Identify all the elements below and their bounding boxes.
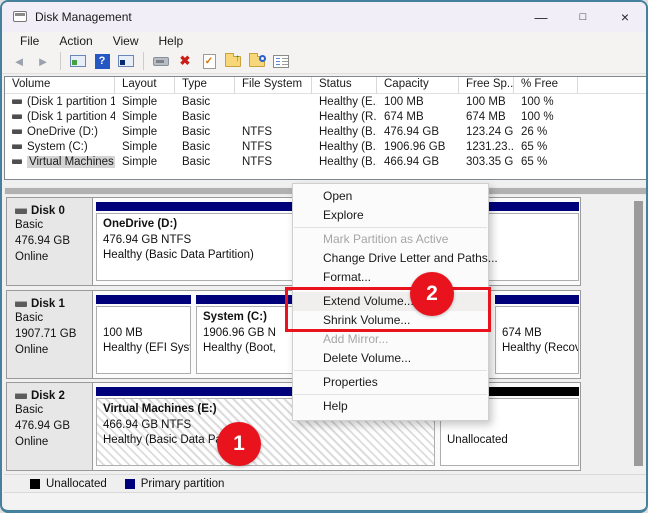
help-icon[interactable]: ?: [91, 51, 113, 71]
disk-icon: [15, 393, 27, 399]
column-header-free-space[interactable]: Free Sp...: [459, 77, 514, 94]
partition-efi[interactable]: 100 MB Healthy (EFI Syste: [96, 295, 191, 374]
title-bar: Disk Management — □ ×: [2, 2, 646, 32]
disk-icon: [15, 208, 27, 214]
menu-item-properties[interactable]: Properties: [293, 373, 488, 392]
annotation-highlight-box: [285, 287, 491, 332]
disk-icon: [15, 301, 27, 307]
menu-item-format[interactable]: Format...: [293, 268, 488, 287]
menu-separator: [294, 227, 487, 228]
table-row[interactable]: OneDrive (D:) Simple Basic NTFS Healthy …: [5, 124, 646, 139]
table-header: Volume Layout Type File System Status Ca…: [5, 77, 646, 94]
toolbar: ◄ ► ? ✖ ✓ ↑: [2, 49, 646, 74]
delete-volume-icon[interactable]: ✖: [174, 51, 196, 71]
menu-item-change-drive-letter[interactable]: Change Drive Letter and Paths...: [293, 249, 498, 268]
table-row[interactable]: (Disk 1 partition 4) Simple Basic Health…: [5, 109, 646, 124]
menu-bar: File Action View Help: [2, 32, 646, 49]
column-header-file-system[interactable]: File System: [235, 77, 312, 94]
menu-file[interactable]: File: [10, 34, 49, 48]
primary-partition-legend-label: Primary partition: [140, 477, 225, 490]
close-button[interactable]: ×: [604, 2, 646, 32]
annotation-step-2-badge: 2: [410, 272, 454, 316]
column-header-filler: [578, 77, 646, 94]
folder-up-icon[interactable]: ↑: [222, 51, 244, 71]
menu-item-delete-volume[interactable]: Delete Volume...: [293, 349, 488, 368]
maximize-icon: □: [579, 11, 587, 23]
column-header-pct-free[interactable]: % Free: [514, 77, 578, 94]
toolbar-separator: [143, 52, 144, 70]
column-header-capacity[interactable]: Capacity: [377, 77, 459, 94]
maximize-button[interactable]: □: [562, 2, 604, 32]
volume-icon: [12, 158, 22, 164]
window-title: Disk Management: [35, 10, 132, 24]
disk-0-info[interactable]: Disk 0 Basic 476.94 GB Online: [7, 198, 93, 285]
minimize-icon: —: [534, 9, 548, 25]
table-row[interactable]: (Disk 1 partition 1) Simple Basic Health…: [5, 94, 646, 109]
vertical-scrollbar[interactable]: [632, 197, 645, 470]
column-header-layout[interactable]: Layout: [115, 77, 175, 94]
unallocated-legend-swatch: [30, 478, 40, 489]
disk-1-info[interactable]: Disk 1 Basic 1907.71 GB Online: [7, 291, 93, 378]
menu-action[interactable]: Action: [49, 34, 102, 48]
check-document-icon[interactable]: ✓: [198, 51, 220, 71]
legend-bar: Unallocated Primary partition: [4, 474, 646, 493]
vertical-scrollbar-thumb[interactable]: [634, 201, 643, 466]
volume-icon: [12, 98, 22, 104]
volume-icon: [12, 113, 22, 119]
close-icon: ×: [620, 9, 630, 25]
menu-item-explore[interactable]: Explore: [293, 206, 488, 225]
primary-partition-bar: [495, 295, 579, 304]
app-icon: [13, 11, 27, 22]
menu-item-mark-partition-active: Mark Partition as Active: [323, 232, 449, 246]
menu-separator: [294, 370, 487, 371]
action-pane-icon[interactable]: [115, 51, 137, 71]
disk-2-info[interactable]: Disk 2 Basic 476.94 GB Online: [7, 383, 93, 470]
properties-icon[interactable]: [270, 51, 292, 71]
minimize-button[interactable]: —: [520, 2, 562, 32]
console-tree-icon[interactable]: [67, 51, 89, 71]
menu-separator: [294, 394, 487, 395]
status-bar: [4, 493, 646, 509]
primary-partition-bar: [96, 295, 191, 304]
toolbar-separator: [60, 52, 61, 70]
device-icon[interactable]: [150, 51, 172, 71]
menu-item-open[interactable]: Open: [293, 187, 488, 206]
menu-help[interactable]: Help: [149, 34, 194, 48]
volume-list-panel: Volume Layout Type File System Status Ca…: [4, 76, 646, 180]
table-row[interactable]: System (C:) Simple Basic NTFS Healthy (B…: [5, 139, 646, 154]
column-header-volume[interactable]: Volume: [5, 77, 115, 94]
partition-recovery[interactable]: 674 MB Healthy (Recovery Partition: [495, 295, 579, 374]
annotation-step-1-badge: 1: [217, 422, 261, 466]
menu-item-help[interactable]: Help: [293, 397, 488, 416]
menu-view[interactable]: View: [103, 34, 149, 48]
unallocated-legend-label: Unallocated: [46, 477, 107, 490]
back-icon[interactable]: ◄: [8, 51, 30, 71]
folder-search-icon[interactable]: [246, 51, 268, 71]
table-row-selected[interactable]: Virtual Machines (... Simple Basic NTFS …: [5, 154, 646, 169]
disk-management-window: Disk Management — □ × File Action View H…: [0, 0, 648, 513]
menu-item-add-mirror: Add Mirror...: [323, 332, 389, 346]
column-header-type[interactable]: Type: [175, 77, 235, 94]
primary-partition-legend-swatch: [124, 478, 135, 489]
column-header-status[interactable]: Status: [312, 77, 377, 94]
volume-icon: [12, 128, 22, 134]
volume-icon: [12, 143, 22, 149]
forward-icon[interactable]: ►: [32, 51, 54, 71]
